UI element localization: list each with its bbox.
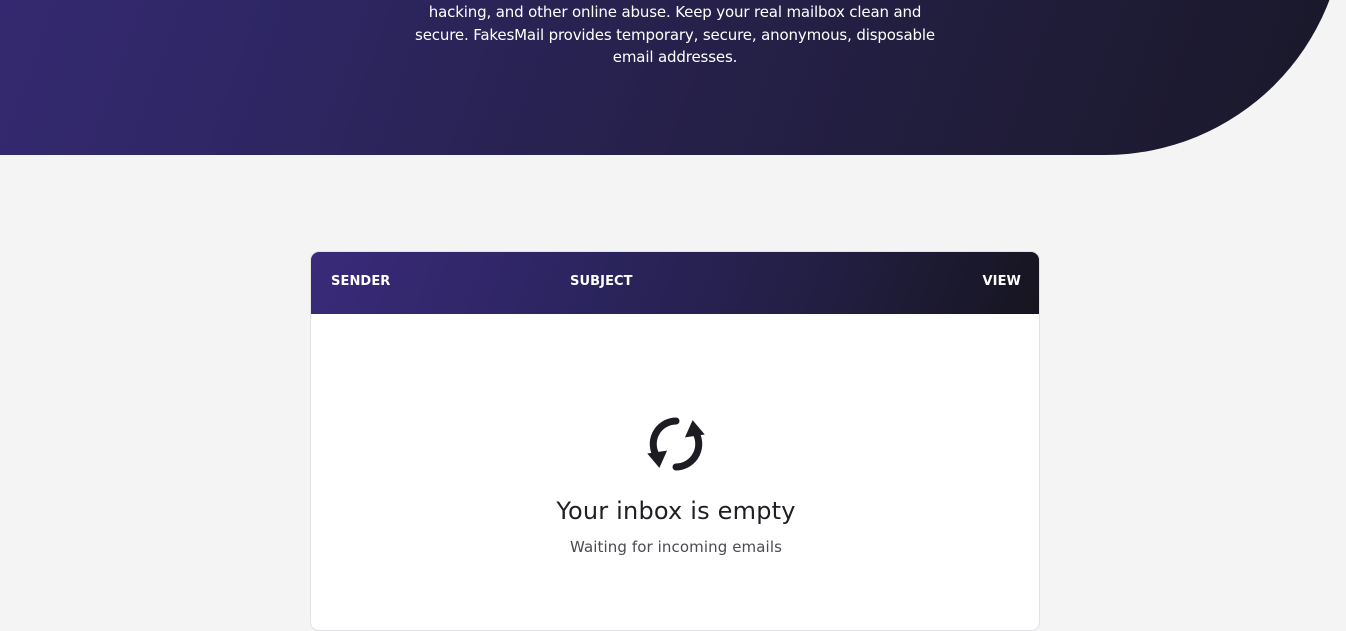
empty-inbox-title: Your inbox is empty — [556, 497, 796, 525]
column-header-subject: SUBJECT — [570, 274, 633, 289]
inbox-header: SENDER SUBJECT VIEW — [311, 252, 1039, 314]
column-header-view: VIEW — [982, 274, 1021, 289]
empty-inbox-subtitle: Waiting for incoming emails — [569, 538, 783, 556]
hero-banner: hacking, and other online abuse. Keep yo… — [0, 0, 1346, 155]
refresh-icon[interactable] — [644, 412, 708, 476]
column-header-sender: SENDER — [331, 274, 391, 289]
hero-description: hacking, and other online abuse. Keep yo… — [415, 3, 935, 66]
inbox-panel: SENDER SUBJECT VIEW Your inbox is empty … — [310, 251, 1040, 631]
